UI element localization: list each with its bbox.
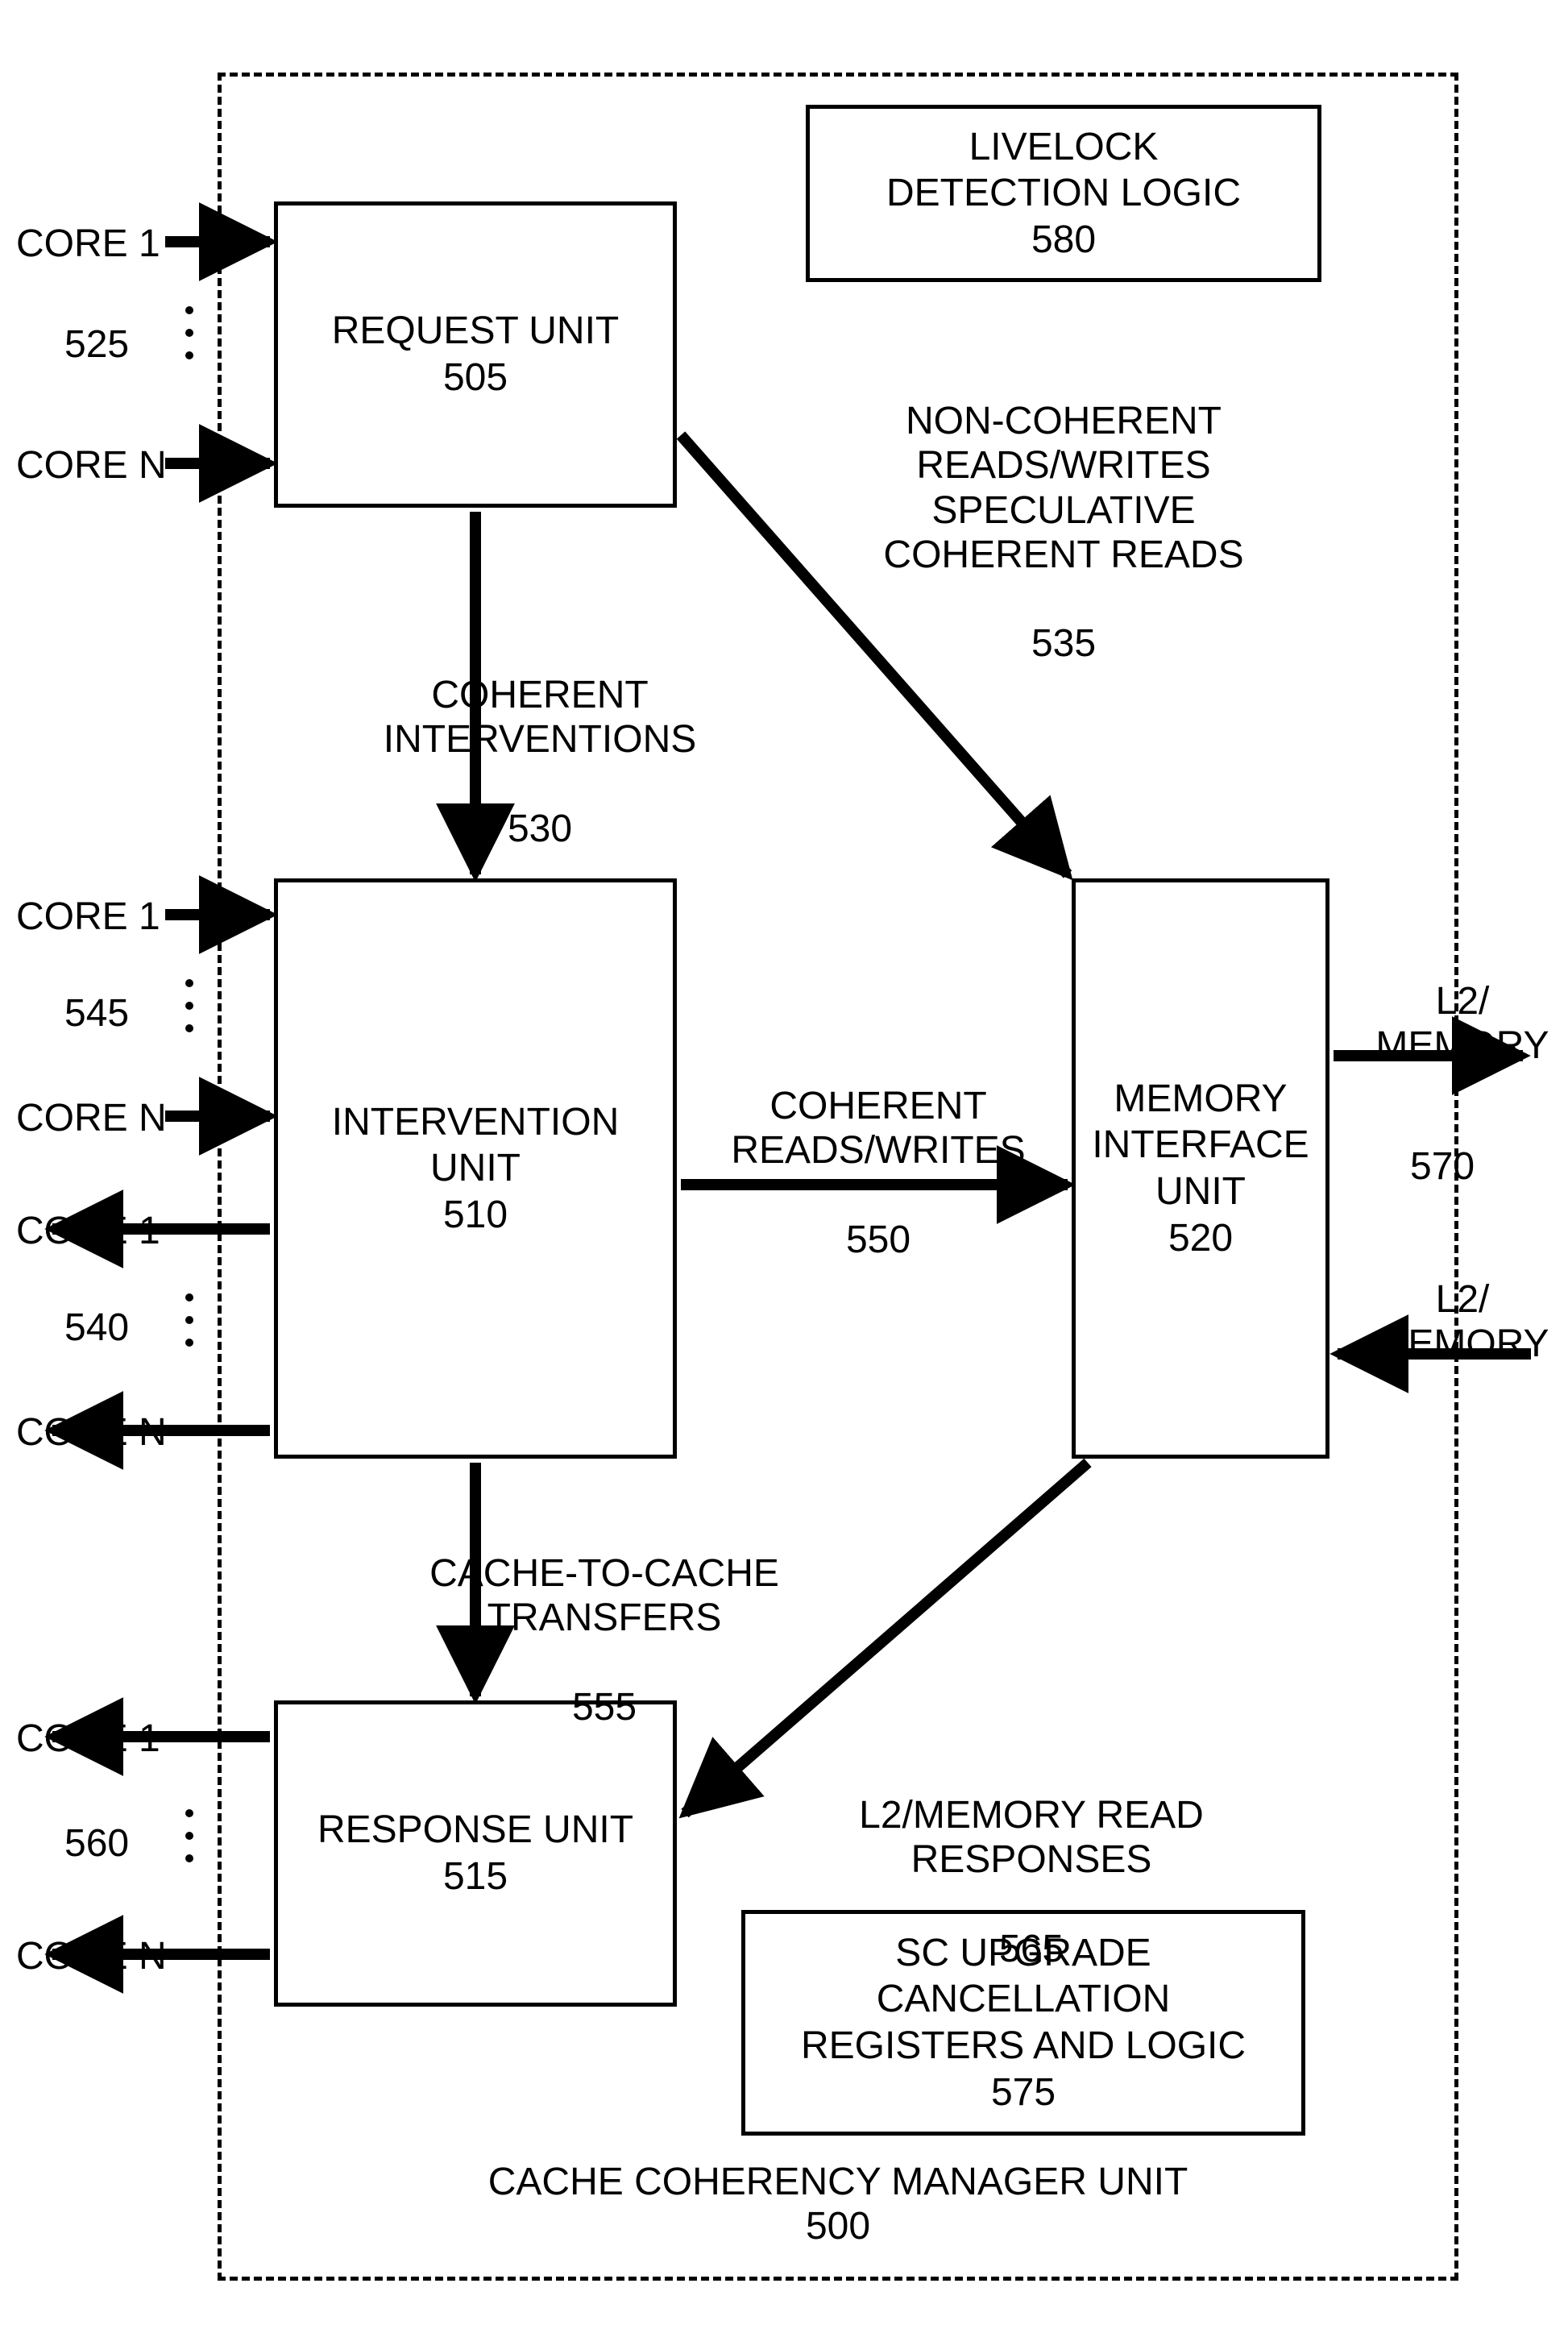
cache-transfers-id: 555 xyxy=(395,1685,814,1729)
port-540-dots xyxy=(185,1293,193,1347)
l2-responses-label: L2/MEMORY READ RESPONSES 565 xyxy=(806,1749,1257,2016)
port-right-in-text: L2/ MEMORY xyxy=(1370,1233,1555,1411)
frame-title: CACHE COHERENCY MANAGER UNIT xyxy=(218,2160,1458,2204)
port-540-coreN: CORE N xyxy=(16,1410,167,1455)
livelock-title: LIVELOCK DETECTION LOGIC xyxy=(886,124,1241,217)
frame-id: 500 xyxy=(218,2204,1458,2248)
port-560-core1: CORE 1 xyxy=(16,1717,160,1761)
response-unit-title: RESPONSE UNIT xyxy=(317,1807,633,1854)
port-540-core1: CORE 1 xyxy=(16,1209,160,1253)
noncoherent-id: 535 xyxy=(854,621,1273,666)
response-unit-id: 515 xyxy=(443,1854,508,1900)
coherent-interventions-id: 530 xyxy=(363,807,717,851)
intervention-unit-id: 510 xyxy=(443,1192,508,1239)
port-570-text-span: L2/ MEMORY xyxy=(1370,979,1555,1068)
intervention-unit-box: INTERVENTION UNIT 510 xyxy=(274,878,677,1459)
cache-transfers-label: CACHE-TO-CACHE TRANSFERS 555 xyxy=(395,1507,814,1774)
l2-responses-title: L2/MEMORY READ RESPONSES xyxy=(806,1793,1257,1882)
port-545-coreN: CORE N xyxy=(16,1096,167,1140)
coherent-rw-title: COHERENT READS/WRITES xyxy=(709,1084,1047,1173)
l2-responses-id: 565 xyxy=(806,1927,1257,1971)
coherent-rw-id: 550 xyxy=(709,1218,1047,1262)
port-545-id: 545 xyxy=(64,991,129,1036)
port-540-id: 540 xyxy=(64,1306,129,1350)
request-unit-title: REQUEST UNIT xyxy=(332,308,619,355)
memory-interface-unit-box: MEMORY INTERFACE UNIT 520 xyxy=(1072,878,1329,1459)
port-570-text: L2/ MEMORY xyxy=(1370,935,1555,1113)
scupgrade-id: 575 xyxy=(991,2070,1056,2116)
noncoherent-title: NON-COHERENT READS/WRITES SPECULATIVE CO… xyxy=(854,399,1273,577)
port-545-core1: CORE 1 xyxy=(16,895,160,939)
memory-interface-unit-title: MEMORY INTERFACE UNIT xyxy=(1092,1076,1309,1215)
port-570-id: 570 xyxy=(1410,1144,1475,1189)
port-560-coreN: CORE N xyxy=(16,1934,167,1978)
request-unit-id: 505 xyxy=(443,355,508,401)
port-560-dots xyxy=(185,1809,193,1862)
frame-caption: CACHE COHERENCY MANAGER UNIT 500 xyxy=(218,2160,1458,2248)
port-525-core1: CORE 1 xyxy=(16,222,160,266)
livelock-id: 580 xyxy=(1031,217,1096,264)
port-560-id: 560 xyxy=(64,1821,129,1866)
coherent-rw-label: COHERENT READS/WRITES 550 xyxy=(709,1040,1047,1306)
port-525-dots xyxy=(185,306,193,359)
port-545-dots xyxy=(185,979,193,1032)
port-right-in-text-span: L2/ MEMORY xyxy=(1370,1277,1555,1366)
intervention-unit-title: INTERVENTION UNIT xyxy=(332,1099,619,1192)
livelock-box: LIVELOCK DETECTION LOGIC 580 xyxy=(806,105,1321,282)
request-unit-box: REQUEST UNIT 505 xyxy=(274,201,677,508)
memory-interface-unit-id: 520 xyxy=(1168,1215,1233,1262)
port-525-id: 525 xyxy=(64,322,129,367)
cache-transfers-title: CACHE-TO-CACHE TRANSFERS xyxy=(395,1551,814,1640)
coherent-interventions-label: COHERENT INTERVENTIONS 530 xyxy=(363,629,717,895)
coherent-interventions-title: COHERENT INTERVENTIONS xyxy=(363,673,717,762)
port-525-coreN: CORE N xyxy=(16,443,167,488)
noncoherent-label: NON-COHERENT READS/WRITES SPECULATIVE CO… xyxy=(854,355,1273,711)
